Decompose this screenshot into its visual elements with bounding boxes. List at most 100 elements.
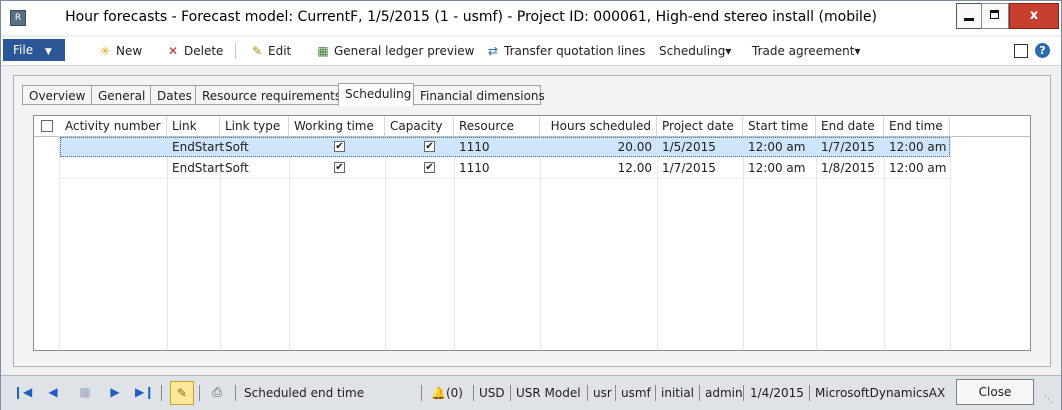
status-separator [473, 385, 474, 401]
close-button[interactable]: Close [956, 379, 1034, 405]
alerts-indicator[interactable]: 🔔(0) [431, 385, 463, 401]
partition[interactable]: initial [661, 385, 694, 401]
file-menu-button[interactable]: File ▼ [3, 39, 65, 61]
edit-mode-icon[interactable]: ✎ [170, 381, 194, 405]
cell-project-date[interactable]: 1/7/2015 [657, 158, 743, 178]
tab-general[interactable]: General [91, 85, 151, 105]
column-header-resource[interactable]: Resource [454, 116, 540, 136]
cell-project-date[interactable]: 1/5/2015 [657, 137, 743, 157]
cell-link[interactable]: EndStart [167, 137, 224, 157]
cell-hours-scheduled[interactable]: 12.00 [540, 158, 657, 178]
resize-grip-icon[interactable]: ⋱ [1044, 394, 1056, 406]
column-header-end-time[interactable]: End time [884, 116, 950, 136]
gl-preview-label: General ledger preview [334, 44, 475, 58]
last-record-icon[interactable]: ▶❙ [135, 384, 154, 400]
company[interactable]: usmf [621, 385, 651, 401]
ribbon-separator [235, 43, 236, 59]
trade-agreement-label: Trade agreement [752, 44, 855, 58]
chevron-down-icon: ▼ [44, 47, 52, 57]
status-separator [655, 385, 656, 401]
delete-button[interactable]: ✕ Delete [165, 42, 223, 60]
status-separator [510, 385, 511, 401]
tab-financial-dimensions[interactable]: Financial dimensions [413, 85, 545, 105]
transfer-quotation-lines-button[interactable]: ⇄ Transfer quotation lines [485, 42, 645, 60]
new-icon: ✳ [99, 44, 111, 58]
cell-resource[interactable]: 1110 [454, 137, 540, 157]
first-record-icon[interactable]: ❙◀ [13, 384, 32, 400]
layer[interactable]: usr [593, 385, 612, 401]
alerts-count: (0) [445, 386, 463, 400]
cell-resource[interactable]: 1110 [454, 158, 540, 178]
transfer-label: Transfer quotation lines [504, 44, 646, 58]
capacity-checkbox[interactable]: ✔ [424, 162, 435, 173]
cell-activity-number[interactable] [60, 137, 167, 157]
scheduling-menu-button[interactable]: Scheduling▾ [659, 42, 731, 60]
panel-icon[interactable] [1014, 44, 1028, 58]
column-header-project-date[interactable]: Project date [657, 116, 743, 136]
new-label: New [116, 44, 143, 58]
user[interactable]: admin [705, 385, 743, 401]
minimize-button[interactable] [956, 3, 982, 29]
column-header-working-time[interactable]: Working time [289, 116, 385, 136]
bell-icon: 🔔 [431, 386, 446, 400]
trade-agreement-menu-button[interactable]: Trade agreement▾ [752, 42, 861, 60]
column-header-start-time[interactable]: Start time [743, 116, 816, 136]
cell-hours-scheduled[interactable]: 20.00 [540, 137, 657, 157]
column-header-hours-scheduled[interactable]: Hours scheduled [540, 116, 657, 136]
table-row[interactable]: EndStart Soft ✔ ✔ 1110 12.00 1/7/2015 12… [60, 158, 950, 178]
field-help-text: Scheduled end time [244, 386, 365, 400]
cell-end-date[interactable]: 1/7/2015 [816, 137, 884, 157]
model[interactable]: USR Model [516, 385, 581, 401]
tab-dates[interactable]: Dates [150, 85, 196, 105]
currency[interactable]: USD [479, 385, 505, 401]
cell-start-time[interactable]: 12:00 am [743, 137, 816, 157]
pencil-icon: ✎ [251, 44, 263, 58]
capacity-checkbox[interactable]: ✔ [424, 141, 435, 152]
status-separator [235, 385, 236, 401]
grid-view-icon[interactable]: ▦ [77, 384, 93, 400]
maximize-button[interactable] [981, 3, 1009, 29]
cell-link[interactable]: EndStart [167, 158, 224, 178]
transfer-icon: ⇄ [487, 44, 499, 58]
cell-end-date[interactable]: 1/8/2015 [816, 158, 884, 178]
status-separator [587, 385, 588, 401]
document-handling-icon[interactable]: ⎙ [209, 384, 225, 400]
cell-activity-number[interactable] [60, 158, 167, 178]
column-header-end-date[interactable]: End date [816, 116, 884, 136]
cell-link-type[interactable]: Soft [220, 137, 289, 157]
delete-label: Delete [184, 44, 224, 58]
working-time-checkbox[interactable]: ✔ [334, 162, 345, 173]
row-divider [60, 178, 950, 179]
next-record-icon[interactable]: ▶ [107, 384, 123, 400]
select-all-checkbox[interactable] [41, 120, 53, 132]
server-name[interactable]: MicrosoftDynamicsAX [815, 385, 945, 401]
column-header-link-type[interactable]: Link type [220, 116, 289, 136]
edit-button[interactable]: ✎ Edit [249, 42, 291, 60]
tab-overview[interactable]: Overview [22, 85, 92, 105]
cell-start-time[interactable]: 12:00 am [743, 158, 816, 178]
session-date[interactable]: 1/4/2015 [750, 385, 804, 401]
status-separator [161, 385, 162, 401]
maximize-icon [990, 10, 999, 19]
general-ledger-preview-button[interactable]: ▦ General ledger preview [315, 42, 475, 60]
minimize-icon [964, 18, 974, 21]
previous-record-icon[interactable]: ◀ [45, 384, 61, 400]
window-title: Hour forecasts - Forecast model: Current… [65, 9, 877, 25]
title-bar: R Hour forecasts - Forecast model: Curre… [1, 1, 1061, 35]
tab-scheduling[interactable]: Scheduling [338, 83, 414, 106]
status-separator [199, 385, 200, 401]
table-row[interactable]: EndStart Soft ✔ ✔ 1110 20.00 1/5/2015 12… [60, 137, 950, 157]
delete-icon: ✕ [167, 44, 179, 58]
working-time-checkbox[interactable]: ✔ [334, 141, 345, 152]
cell-end-time[interactable]: 12:00 am [884, 158, 950, 178]
cell-link-type[interactable]: Soft [220, 158, 289, 178]
column-header-link[interactable]: Link [167, 116, 220, 136]
window-close-button[interactable]: x [1009, 3, 1059, 29]
tab-resource-requirements[interactable]: Resource requirements [195, 85, 341, 105]
cell-end-time[interactable]: 12:00 am [884, 137, 950, 157]
help-icon[interactable]: ? [1035, 43, 1050, 58]
column-header-capacity[interactable]: Capacity [385, 116, 454, 136]
column-header-activity-number[interactable]: Activity number [60, 116, 167, 136]
action-pane: File ▼ ✳ New ✕ Delete ✎ Edit ▦ General ledge… [1, 37, 1061, 66]
new-button[interactable]: ✳ New [97, 42, 142, 60]
